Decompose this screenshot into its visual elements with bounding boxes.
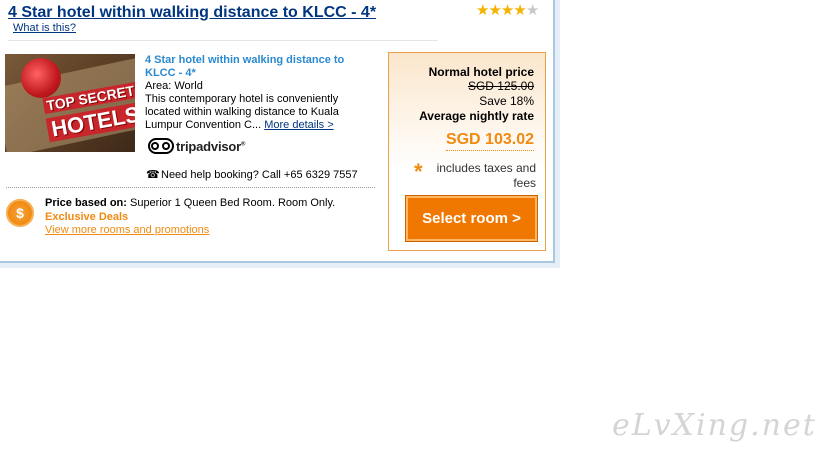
average-rate-price: SGD 103.02	[445, 131, 534, 151]
help-booking-text: Need help booking? Call +65 6329 7557	[161, 169, 358, 181]
star-empty-icon: ★	[525, 2, 539, 19]
dotted-divider	[6, 187, 375, 188]
hotel-area: Area: World	[145, 80, 203, 92]
tripadvisor-text: tripadvisor	[176, 139, 241, 154]
hotel-image[interactable]: TOP SECRET HOTELS	[5, 54, 135, 152]
card-shadow-right	[555, 0, 560, 268]
card-shadow	[0, 263, 560, 268]
asterisk-icon: *	[414, 159, 423, 184]
price-based-on: Price based on: Superior 1 Queen Bed Roo…	[45, 197, 335, 209]
price-based-value: Superior 1 Queen Bed Room. Room Only.	[129, 197, 336, 209]
phone-icon: ☎	[146, 169, 160, 181]
price-based-label: Price based on:	[45, 197, 127, 209]
star-filled-icon: ★	[488, 2, 501, 19]
normal-price-label: Normal hotel price	[428, 65, 534, 79]
hotel-title-link[interactable]: 4 Star hotel within walking distance to …	[8, 4, 376, 22]
header-divider	[8, 40, 438, 41]
what-is-this-link[interactable]: What is this?	[13, 22, 76, 34]
normal-price-value: SGD 125.00	[467, 79, 534, 93]
view-more-rooms-link[interactable]: View more rooms and promotions	[45, 224, 209, 236]
star-filled-icon: ★	[513, 2, 526, 19]
tax-note: includes taxes and fees	[436, 161, 536, 190]
star-filled-icon: ★	[500, 2, 514, 19]
select-room-button[interactable]: Select room >	[405, 195, 538, 242]
price-box: Normal hotel price SGD 125.00 Save 18% A…	[388, 52, 546, 251]
dollar-coin-icon: $	[6, 199, 34, 227]
wax-seal-icon	[21, 58, 61, 98]
average-rate-label: Average nightly rate	[419, 109, 534, 123]
savings-text: Save 18%	[479, 94, 534, 108]
tripadvisor-owl-icon	[148, 138, 174, 154]
star-filled-icon: ★	[476, 2, 489, 19]
exclusive-deals-label: Exclusive Deals	[45, 211, 129, 223]
hotel-description: This contemporary hotel is conveniently …	[145, 93, 360, 132]
watermark: eLvXing.net	[612, 408, 817, 443]
hotel-name: 4 Star hotel within walking distance to …	[145, 54, 345, 79]
tripadvisor-wordmark: tripadvisor®	[176, 139, 246, 154]
more-details-link[interactable]: More details >	[264, 119, 333, 131]
star-rating: ★★★★★	[476, 2, 539, 19]
